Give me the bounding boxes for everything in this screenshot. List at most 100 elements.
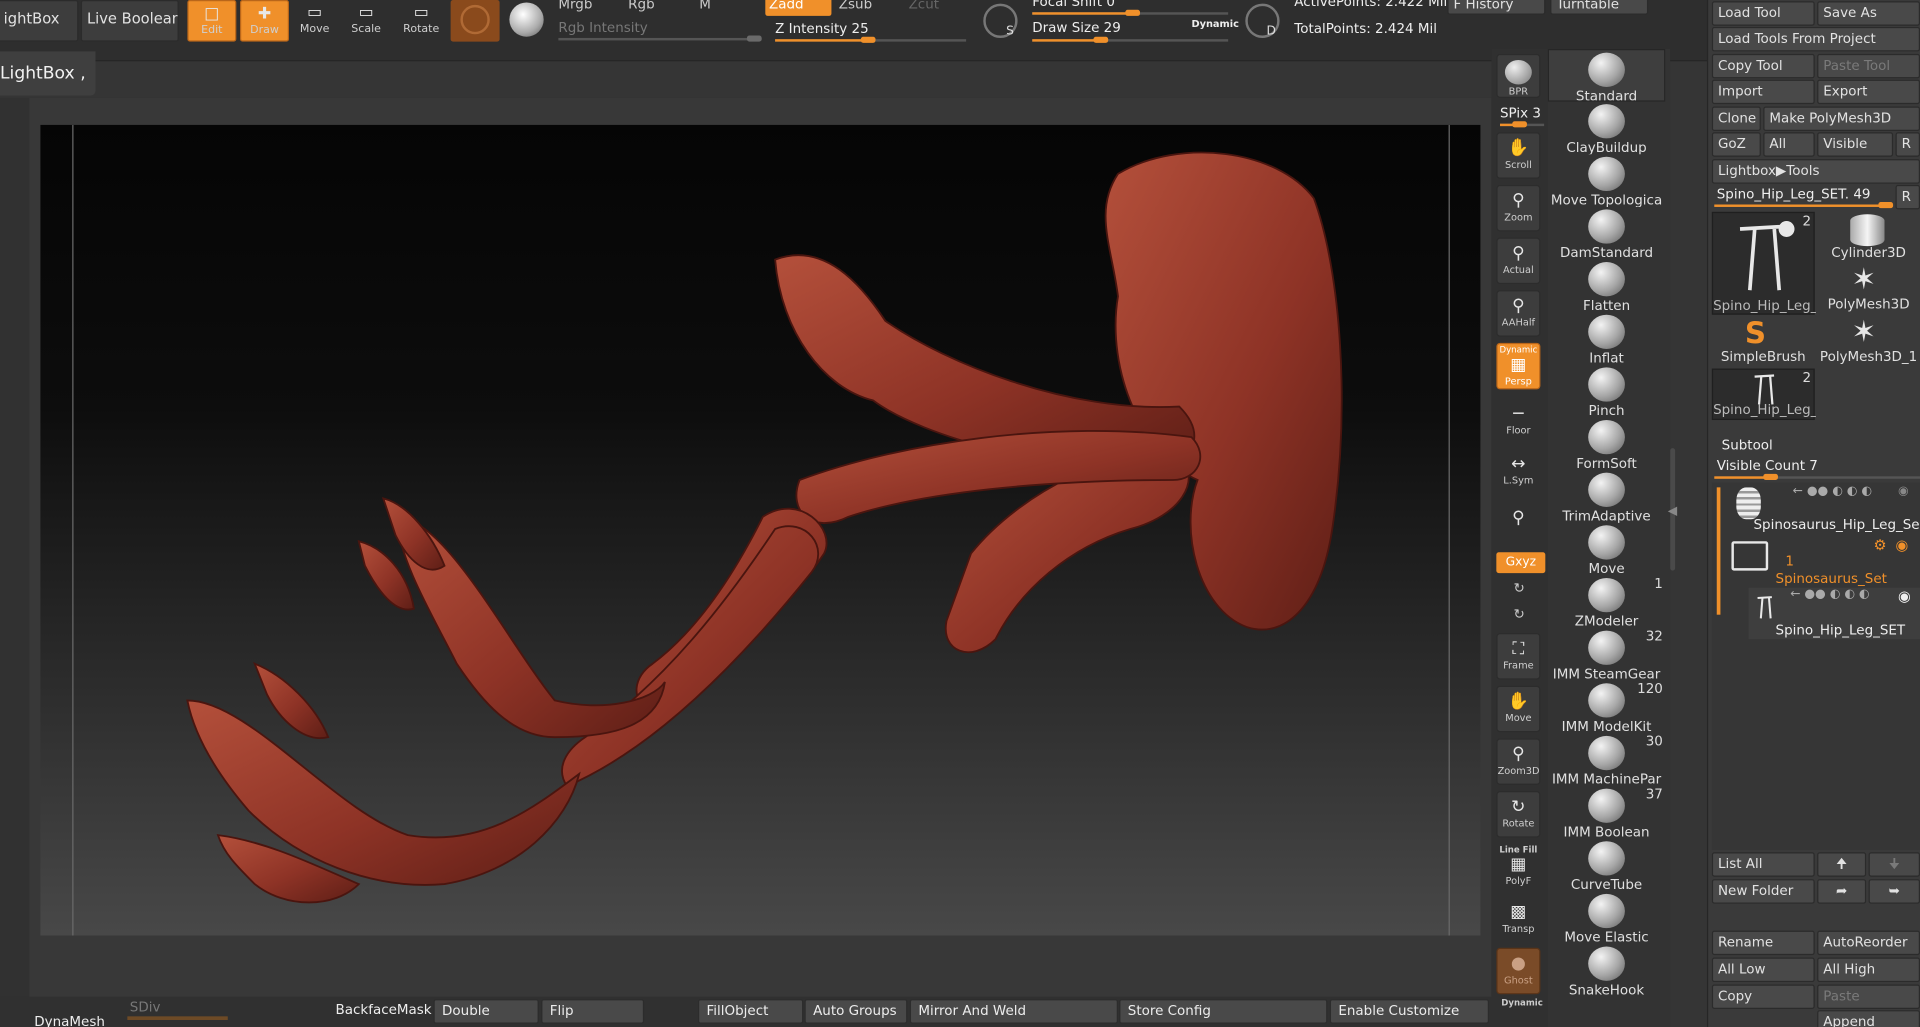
brush-pinch[interactable]: Pinch xyxy=(1548,365,1666,418)
enable-customize-button[interactable]: Enable Customize xyxy=(1329,999,1489,1024)
focal-shift-track[interactable] xyxy=(1032,9,1229,16)
mirror-and-weld-button[interactable]: Mirror And Weld xyxy=(909,999,1118,1024)
lock-button[interactable]: ⚲ xyxy=(1496,502,1540,549)
all-low-button[interactable]: All Low xyxy=(1711,957,1815,983)
lightbox-button[interactable]: ightBox xyxy=(0,0,79,42)
tool-thumb-spino[interactable]: 2 Spino_Hip_Leg_S xyxy=(1711,211,1816,315)
brush-imm-steamgear[interactable]: IMM SteamGear 32 xyxy=(1548,628,1666,681)
goz-visible-button[interactable]: Visible xyxy=(1817,132,1894,157)
backfacemask-button[interactable]: BackfaceMask xyxy=(336,1002,432,1018)
ghost-button[interactable]: ● Ghost xyxy=(1496,947,1541,995)
rgb-button[interactable]: Rgb xyxy=(628,0,654,12)
brush-formsoft[interactable]: FormSoft xyxy=(1548,418,1666,470)
subtool-header[interactable]: Subtool xyxy=(1722,437,1773,453)
brush-inflat[interactable]: Inflat xyxy=(1548,312,1666,365)
z-intensity-track[interactable] xyxy=(775,36,967,43)
zoom-button[interactable]: ⚲ Zoom xyxy=(1496,184,1541,232)
aahalf-button[interactable]: ⚲ AAHalf xyxy=(1496,290,1541,337)
edit-button[interactable]: □ Edit xyxy=(187,0,237,42)
make-polymesh-button[interactable]: Make PolyMesh3D xyxy=(1763,106,1920,132)
goz-all-button[interactable]: All xyxy=(1763,132,1815,157)
z-intensity-handle[interactable] xyxy=(860,36,876,43)
brush-move[interactable]: Move xyxy=(1548,523,1666,576)
fillobject-button[interactable]: FillObject xyxy=(697,999,804,1024)
paste-tool-button[interactable]: Paste Tool xyxy=(1817,53,1920,79)
visibility-eye-icon[interactable]: ◉ xyxy=(1898,485,1909,498)
brush-damstandard[interactable]: DamStandard xyxy=(1548,207,1666,260)
subtool-folder[interactable]: ⚙ ◉ 1 Spinosaurus_Set xyxy=(1724,536,1920,587)
brush-imm-machinepar[interactable]: IMM MachinePar 30 xyxy=(1548,733,1666,786)
move-view-button[interactable]: ✋ Move xyxy=(1496,685,1541,733)
dynamic-toggle[interactable]: Dynamic xyxy=(1191,18,1238,29)
frame-button[interactable]: ⛶ Frame xyxy=(1496,633,1541,680)
rotate-view-button[interactable]: ↻ Rotate xyxy=(1496,791,1541,838)
tool-thumb-simplebrush[interactable]: S SimpleBrush xyxy=(1712,316,1815,367)
brush-curvetube[interactable]: CurveTube xyxy=(1548,839,1666,891)
sdiv-slider[interactable]: SDiv xyxy=(130,999,161,1015)
tool-thumb-polymesh-1[interactable]: ✶ PolyMesh3D_1 xyxy=(1817,316,1920,367)
subtool-toggle-icons[interactable]: ← ●● ◐ ◐ ◐ xyxy=(1793,485,1872,498)
tool-thumb-polymesh[interactable]: ✶ PolyMesh3D xyxy=(1817,263,1920,314)
lightbox-tools-button[interactable]: Lightbox▶Tools xyxy=(1711,159,1920,184)
lightbox-tab[interactable]: LightBox ‚ xyxy=(0,51,96,96)
turntable-button[interactable]: Turntable xyxy=(1550,0,1649,15)
xyz-button[interactable]: Gxyz xyxy=(1496,552,1546,574)
rotate-button[interactable]: ▭ Rotate xyxy=(397,0,446,42)
brush-imm-modelkit[interactable]: IMM ModelKit 120 xyxy=(1548,681,1666,734)
move-out-folder-button[interactable]: ➥ xyxy=(1868,879,1920,904)
autoreorder-button[interactable]: AutoReorder xyxy=(1817,930,1920,956)
tool-thumb-spino-2[interactable]: 2 Spino_Hip_Leg_S xyxy=(1711,368,1816,421)
draw-size-slider[interactable]: Draw Size 29 xyxy=(1032,20,1121,36)
brush-zmodeler[interactable]: ZModeler 1 xyxy=(1548,576,1666,629)
brush-trimadaptive[interactable]: TrimAdaptive xyxy=(1548,470,1666,523)
zsub-button[interactable]: Zsub xyxy=(839,0,872,12)
bpr-button[interactable]: BPR xyxy=(1496,53,1541,98)
dino-leg-model[interactable] xyxy=(40,125,1480,936)
subtool-toggle-icons[interactable]: ← ●● ◐ ◐ ◐ xyxy=(1790,588,1869,601)
stroke-type-icon[interactable] xyxy=(509,2,544,37)
brush-claybuildup[interactable]: ClayBuildup xyxy=(1548,102,1666,154)
d-dynamic-icon[interactable]: D xyxy=(1245,3,1280,38)
rename-button[interactable]: Rename xyxy=(1711,930,1815,956)
move-into-folder-button[interactable]: ➦ xyxy=(1817,879,1867,904)
spix-slider[interactable]: SPix 3 xyxy=(1500,105,1541,121)
paste-subtool-button[interactable]: Paste xyxy=(1817,984,1920,1009)
auto-groups-button[interactable]: Auto Groups xyxy=(804,999,908,1024)
draw-size-track[interactable] xyxy=(1032,36,1229,43)
focal-shift-handle[interactable] xyxy=(1125,9,1141,16)
scale-button[interactable]: ▭ Scale xyxy=(342,0,391,42)
copy-subtool-button[interactable]: Copy xyxy=(1711,984,1815,1009)
sdiv-track[interactable] xyxy=(127,1016,228,1021)
export-button[interactable]: Export xyxy=(1817,79,1920,105)
double-button[interactable]: Double xyxy=(433,999,539,1024)
copy-tool-button[interactable]: Copy Tool xyxy=(1711,53,1815,79)
canvas-viewport[interactable] xyxy=(40,124,1481,936)
visible-count-track[interactable] xyxy=(1714,473,1920,481)
import-button[interactable]: Import xyxy=(1711,79,1815,105)
visibility-eye-icon[interactable]: ◉ xyxy=(1898,588,1911,605)
append-button[interactable]: Append xyxy=(1817,1010,1920,1027)
move-up-button[interactable]: 🠉 xyxy=(1817,852,1867,877)
load-tool-button[interactable]: Load Tool xyxy=(1711,1,1815,26)
draw-button[interactable]: ✚ Draw xyxy=(240,0,289,42)
store-config-button[interactable]: Store Config xyxy=(1119,999,1328,1024)
goz-r-button[interactable]: R xyxy=(1895,132,1920,157)
save-as-button[interactable]: Save As xyxy=(1817,1,1920,26)
rotate-z-icon[interactable]: ↻ xyxy=(1513,606,1524,622)
subtool-item[interactable]: ← ●● ◐ ◐ ◐ ◉ Spino_Hip_Leg_SET xyxy=(1748,587,1920,640)
current-tool-track[interactable] xyxy=(1714,202,1894,209)
move-down-button[interactable]: 🠋 xyxy=(1868,852,1920,877)
actual-button[interactable]: ⚲ Actual xyxy=(1496,237,1541,285)
zcut-button[interactable]: Zcut xyxy=(909,0,939,12)
tool-thumb-cylinder[interactable]: Cylinder3D xyxy=(1817,212,1920,263)
brush-snakehook[interactable]: SnakeHook xyxy=(1548,944,1666,997)
z-intensity-slider[interactable]: Z Intensity 25 xyxy=(775,21,869,37)
rgb-intensity-track[interactable] xyxy=(558,35,762,42)
current-tool-slider[interactable]: Spino_Hip_Leg_SET. 49 xyxy=(1717,186,1871,202)
live-boolean-button[interactable]: Live Boolean xyxy=(80,0,179,42)
brush-standard[interactable]: Standard xyxy=(1547,48,1666,102)
brush-move-elastic[interactable]: Move Elastic xyxy=(1548,891,1666,944)
move-button[interactable]: ▭ Move xyxy=(290,0,339,42)
subtool-item[interactable]: ◉ ← ●● ◐ ◐ ◐ Spinosaurus_Hip_Leg_Set xyxy=(1724,485,1920,534)
mrgb-button[interactable]: Mrgb xyxy=(558,0,592,12)
